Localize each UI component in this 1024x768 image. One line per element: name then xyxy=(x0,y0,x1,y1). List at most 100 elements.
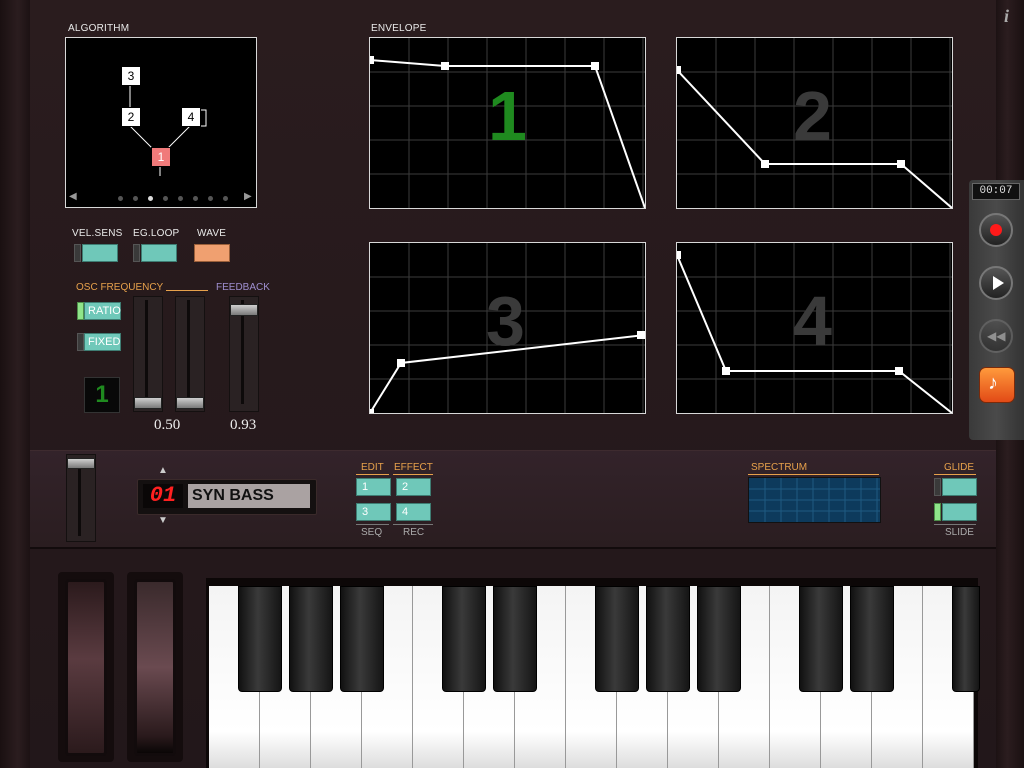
glide-button[interactable] xyxy=(942,478,977,496)
spectrum-label: SPECTRUM xyxy=(751,462,808,473)
vel-sens-led xyxy=(74,244,81,262)
synth-app: i ALGORITHM 3 2 4 1 ◀ ▶ VEL.SENS EG.LOOP… xyxy=(0,0,1024,768)
black-key[interactable] xyxy=(493,586,537,692)
envelope-3-node-2[interactable] xyxy=(397,359,405,367)
ratio-button[interactable]: RATIO xyxy=(84,302,121,320)
master-volume-handle[interactable] xyxy=(67,458,95,469)
black-key[interactable] xyxy=(289,586,333,692)
preset-up-icon[interactable]: ▲ xyxy=(158,465,168,476)
black-key[interactable] xyxy=(646,586,690,692)
envelope-3-node-3[interactable] xyxy=(637,331,645,339)
vel-sens-label: VEL.SENS xyxy=(72,228,123,239)
effect-button-2[interactable]: 2 xyxy=(396,478,431,496)
record-icon xyxy=(990,224,1002,236)
envelope-1-panel[interactable]: 1 xyxy=(369,37,646,209)
algorithm-prev-icon[interactable]: ◀ xyxy=(69,191,77,202)
black-key[interactable] xyxy=(697,586,741,692)
algorithm-next-icon[interactable]: ▶ xyxy=(244,191,252,202)
envelope-3-panel[interactable]: 3 xyxy=(369,242,646,414)
info-icon[interactable]: i xyxy=(1004,6,1009,27)
coarse-slider-track[interactable] xyxy=(133,296,163,412)
coarse-slider-groove xyxy=(145,300,148,404)
envelope-2-node-2[interactable] xyxy=(761,160,769,168)
feedback-label: FEEDBACK xyxy=(216,282,270,293)
spectrum-underline xyxy=(748,474,879,475)
black-key[interactable] xyxy=(850,586,894,692)
black-key[interactable] xyxy=(238,586,282,692)
envelope-4-node-3[interactable] xyxy=(895,367,903,375)
operator-1[interactable]: 1 xyxy=(151,147,171,167)
fine-slider-track[interactable] xyxy=(175,296,205,412)
envelope-2-panel[interactable]: 2 xyxy=(676,37,953,209)
envelope-2-node-3[interactable] xyxy=(897,160,905,168)
rec-button-4[interactable]: 4 xyxy=(396,503,431,521)
eg-loop-led xyxy=(133,244,140,262)
feedback-slider-handle[interactable] xyxy=(230,304,258,316)
algorithm-page-dot[interactable] xyxy=(118,196,123,201)
envelope-1-node-3[interactable] xyxy=(591,62,599,70)
algorithm-page-dot[interactable] xyxy=(193,196,198,201)
play-button[interactable] xyxy=(979,266,1013,300)
effect-label: EFFECT xyxy=(394,462,433,473)
algorithm-page-dot[interactable] xyxy=(223,196,228,201)
black-key[interactable] xyxy=(340,586,384,692)
envelope-4-node-1[interactable] xyxy=(677,251,681,259)
fixed-button[interactable]: FIXED xyxy=(84,333,121,351)
guitar-icon: ♪ xyxy=(988,372,998,394)
envelope-4-panel[interactable]: 4 xyxy=(676,242,953,414)
spectrum-grid xyxy=(749,478,880,522)
operator-4[interactable]: 4 xyxy=(181,107,201,127)
wave-label: WAVE xyxy=(197,228,227,239)
envelope-3-number: 3 xyxy=(486,282,525,360)
ratio-led xyxy=(77,302,84,320)
rec-overline xyxy=(393,524,433,525)
algorithm-panel[interactable]: 3 2 4 1 ◀ ▶ xyxy=(65,37,257,208)
operator-2[interactable]: 2 xyxy=(121,107,141,127)
envelope-1-node-1[interactable] xyxy=(370,56,374,64)
envelope-1-node-2[interactable] xyxy=(441,62,449,70)
envelope-4-number: 4 xyxy=(793,282,832,360)
algorithm-page-dot[interactable] xyxy=(163,196,168,201)
seq-button-3[interactable]: 3 xyxy=(356,503,391,521)
operator-display: 1 xyxy=(84,377,120,413)
preset-name: SYN BASS xyxy=(188,484,310,508)
spectrum-display xyxy=(748,477,881,523)
envelope-4-node-2[interactable] xyxy=(722,367,730,375)
black-key[interactable] xyxy=(595,586,639,692)
black-key[interactable] xyxy=(952,586,980,692)
envelope-2-node-1[interactable] xyxy=(677,66,681,74)
modulation-wheel[interactable] xyxy=(134,579,176,756)
algorithm-page-dot[interactable] xyxy=(133,196,138,201)
edit-button-1[interactable]: 1 xyxy=(356,478,391,496)
algorithm-page-dot[interactable] xyxy=(178,196,183,201)
black-key[interactable] xyxy=(442,586,486,692)
slide-button[interactable] xyxy=(942,503,977,521)
seq-overline xyxy=(356,524,389,525)
algorithm-page-dot[interactable] xyxy=(208,196,213,201)
osc-frequency-divider xyxy=(166,290,208,291)
preset-down-icon[interactable]: ▼ xyxy=(158,515,168,526)
edit-underline xyxy=(356,474,389,475)
algorithm-label: ALGORITHM xyxy=(68,23,130,34)
transport-time: 00:07 xyxy=(972,183,1020,200)
eg-loop-label: EG.LOOP xyxy=(133,228,180,239)
rec-label: REC xyxy=(403,527,425,538)
wave-button[interactable] xyxy=(194,244,230,262)
left-wood-panel xyxy=(0,0,30,768)
glide-underline xyxy=(934,474,976,475)
operator-3[interactable]: 3 xyxy=(121,66,141,86)
eg-loop-button[interactable] xyxy=(141,244,177,262)
record-button[interactable] xyxy=(979,213,1013,247)
algorithm-page-dot[interactable] xyxy=(148,196,153,201)
black-key[interactable] xyxy=(799,586,843,692)
garageband-app-button[interactable]: ♪ xyxy=(979,367,1015,403)
vel-sens-button[interactable] xyxy=(82,244,118,262)
rewind-button[interactable]: ◀◀ xyxy=(979,319,1013,353)
fine-slider-handle[interactable] xyxy=(176,397,204,409)
slide-label: SLIDE xyxy=(945,527,974,538)
slide-led xyxy=(934,503,941,521)
pitch-bend-wheel[interactable] xyxy=(65,579,107,756)
envelope-3-node-1[interactable] xyxy=(370,409,374,413)
slide-overline xyxy=(934,524,976,525)
coarse-slider-handle[interactable] xyxy=(134,397,162,409)
